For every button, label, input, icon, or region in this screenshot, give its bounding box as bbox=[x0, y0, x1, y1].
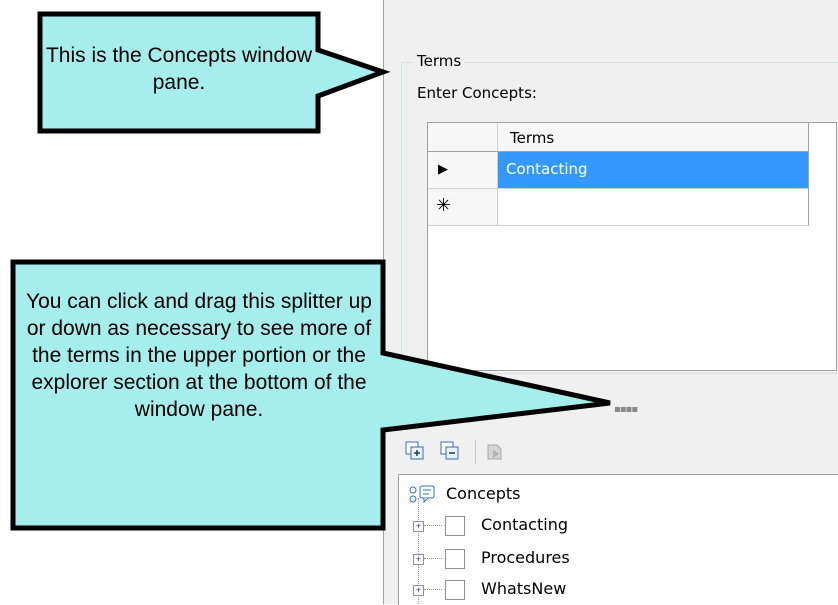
top-callout-text: This is the Concepts window pane. bbox=[45, 44, 313, 94]
bottom-callout-text: You can click and drag this splitter up … bbox=[26, 290, 372, 421]
